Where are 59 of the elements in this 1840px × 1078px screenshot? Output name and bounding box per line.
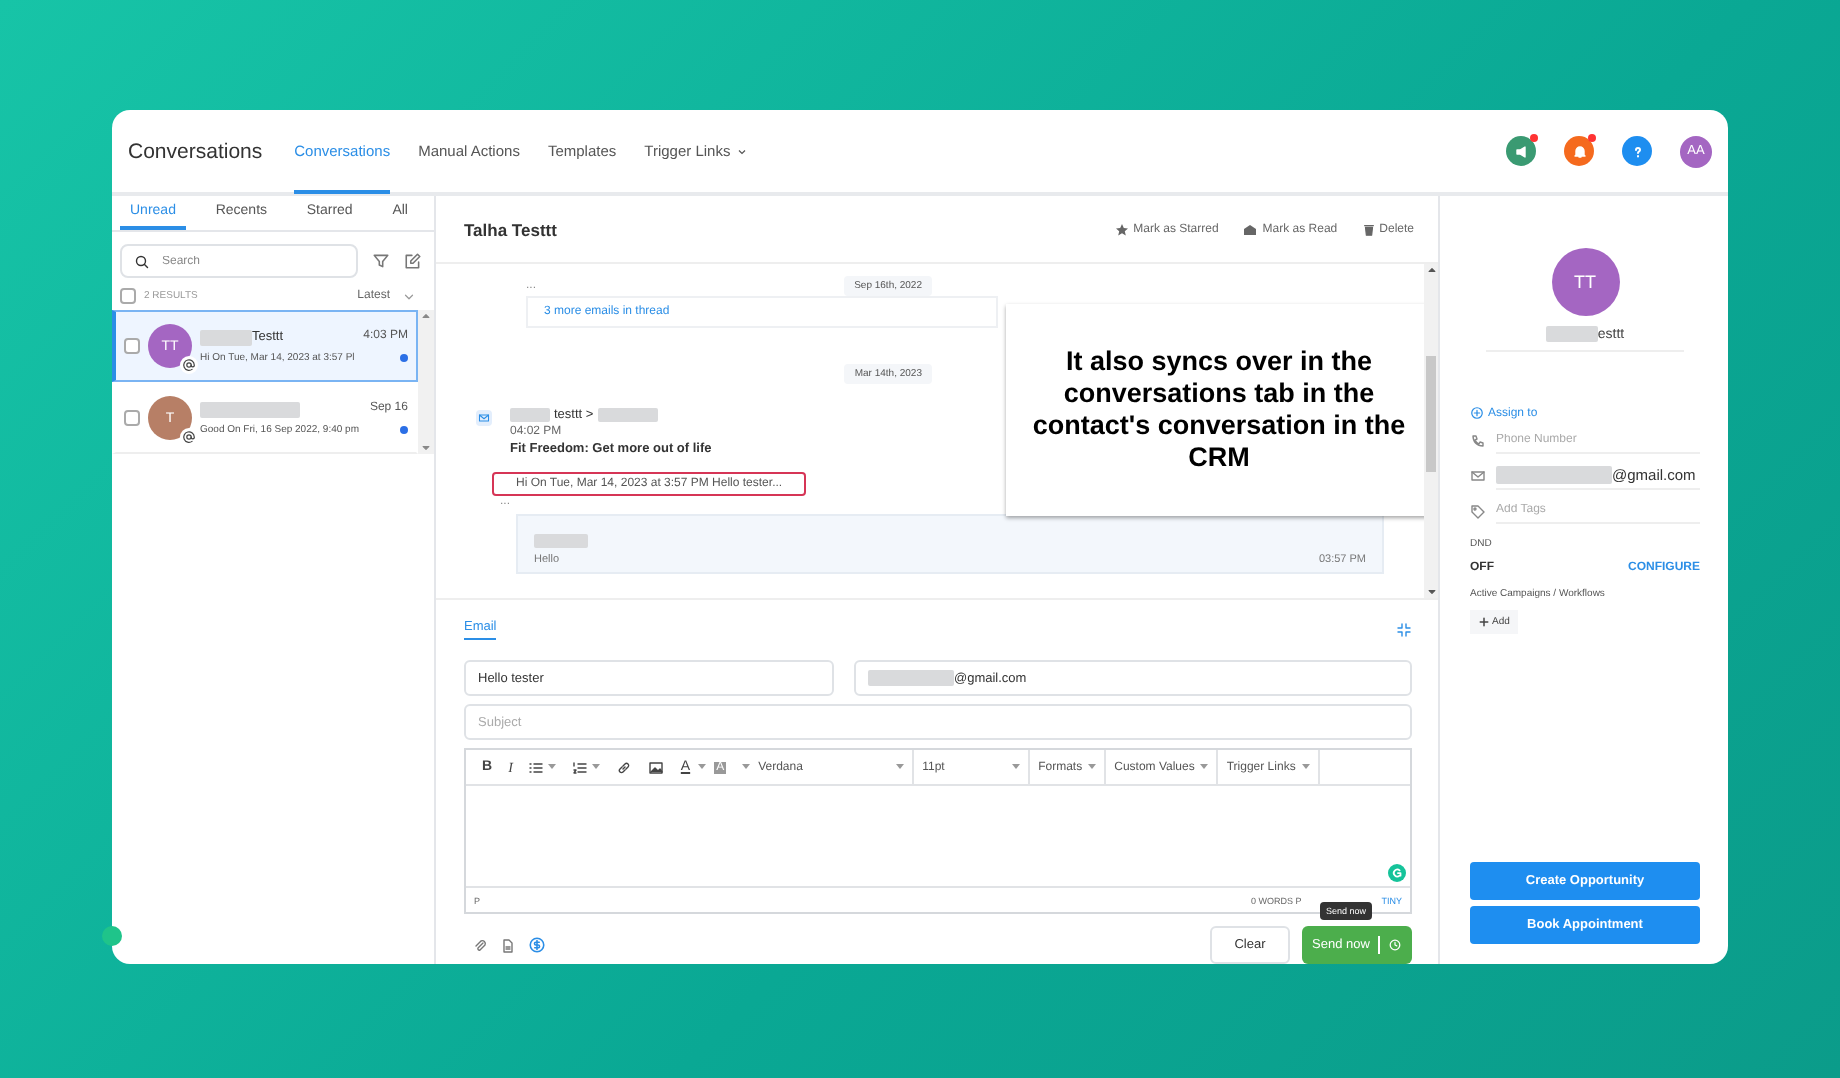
conversation-title: Talha Testtt (464, 219, 557, 239)
tag-icon (1470, 503, 1486, 519)
grammar-assistant-icon (1390, 866, 1404, 880)
paperclip-icon (472, 937, 488, 953)
scroll-up-icon (1425, 264, 1437, 276)
caret-down-icon (896, 764, 905, 770)
caret-down-icon (1301, 764, 1310, 770)
bell-icon (1571, 143, 1587, 159)
redacted-block (200, 329, 252, 345)
clock-icon (1387, 938, 1402, 952)
caret-down-icon (592, 764, 601, 770)
scrollbar[interactable] (1424, 264, 1438, 598)
mail-icon (1470, 468, 1486, 484)
redacted-block (200, 401, 300, 417)
redacted-block (510, 408, 550, 422)
page-title: Conversations (128, 139, 263, 163)
at-icon (182, 358, 196, 372)
collapse-icon (1396, 621, 1412, 637)
row-checkbox[interactable] (124, 410, 140, 426)
trash-icon (1361, 221, 1376, 237)
caret-down-icon (1012, 764, 1021, 770)
compose-icon (404, 252, 422, 270)
phone-icon (1470, 433, 1486, 449)
scrollbar[interactable] (418, 310, 434, 454)
dollar-icon (528, 936, 546, 954)
caret-down-icon (1088, 764, 1097, 770)
megaphone-button[interactable] (1506, 136, 1536, 166)
caret-down-icon (548, 764, 557, 770)
bell-button[interactable] (1564, 136, 1594, 166)
mail-icon (478, 412, 490, 424)
annotation-callout: It also syncs over in the conversations tab in the contact's conversation in the CRM (1006, 304, 1424, 516)
scroll-down-icon (420, 442, 432, 454)
chevron-down-icon (402, 289, 416, 303)
select-all-checkbox[interactable] (120, 288, 136, 304)
megaphone-icon (1513, 143, 1529, 159)
chat-widget-icon[interactable] (102, 926, 122, 946)
scroll-down-icon (1425, 586, 1437, 598)
redacted-block (534, 534, 588, 548)
link-icon (616, 759, 633, 775)
at-icon (182, 430, 196, 444)
caret-down-icon (698, 764, 707, 770)
plus-circle-icon (1470, 406, 1484, 420)
caret-down-icon (1200, 764, 1209, 770)
document-icon (500, 937, 516, 953)
star-icon (1113, 221, 1130, 237)
image-icon (648, 759, 665, 775)
contact-avatar: TT (1551, 248, 1619, 316)
help-icon (1629, 143, 1645, 159)
redacted-block (597, 408, 658, 422)
row-checkbox[interactable] (124, 338, 140, 354)
help-button[interactable] (1622, 136, 1652, 166)
numbered-list-icon (572, 759, 589, 775)
caret-down-icon (742, 764, 751, 770)
plus-icon (1478, 616, 1490, 628)
filter-icon (372, 252, 390, 270)
redacted-block (1545, 326, 1598, 342)
scroll-up-icon (420, 310, 432, 322)
search-icon (134, 253, 150, 269)
bullet-list-icon (528, 759, 545, 775)
